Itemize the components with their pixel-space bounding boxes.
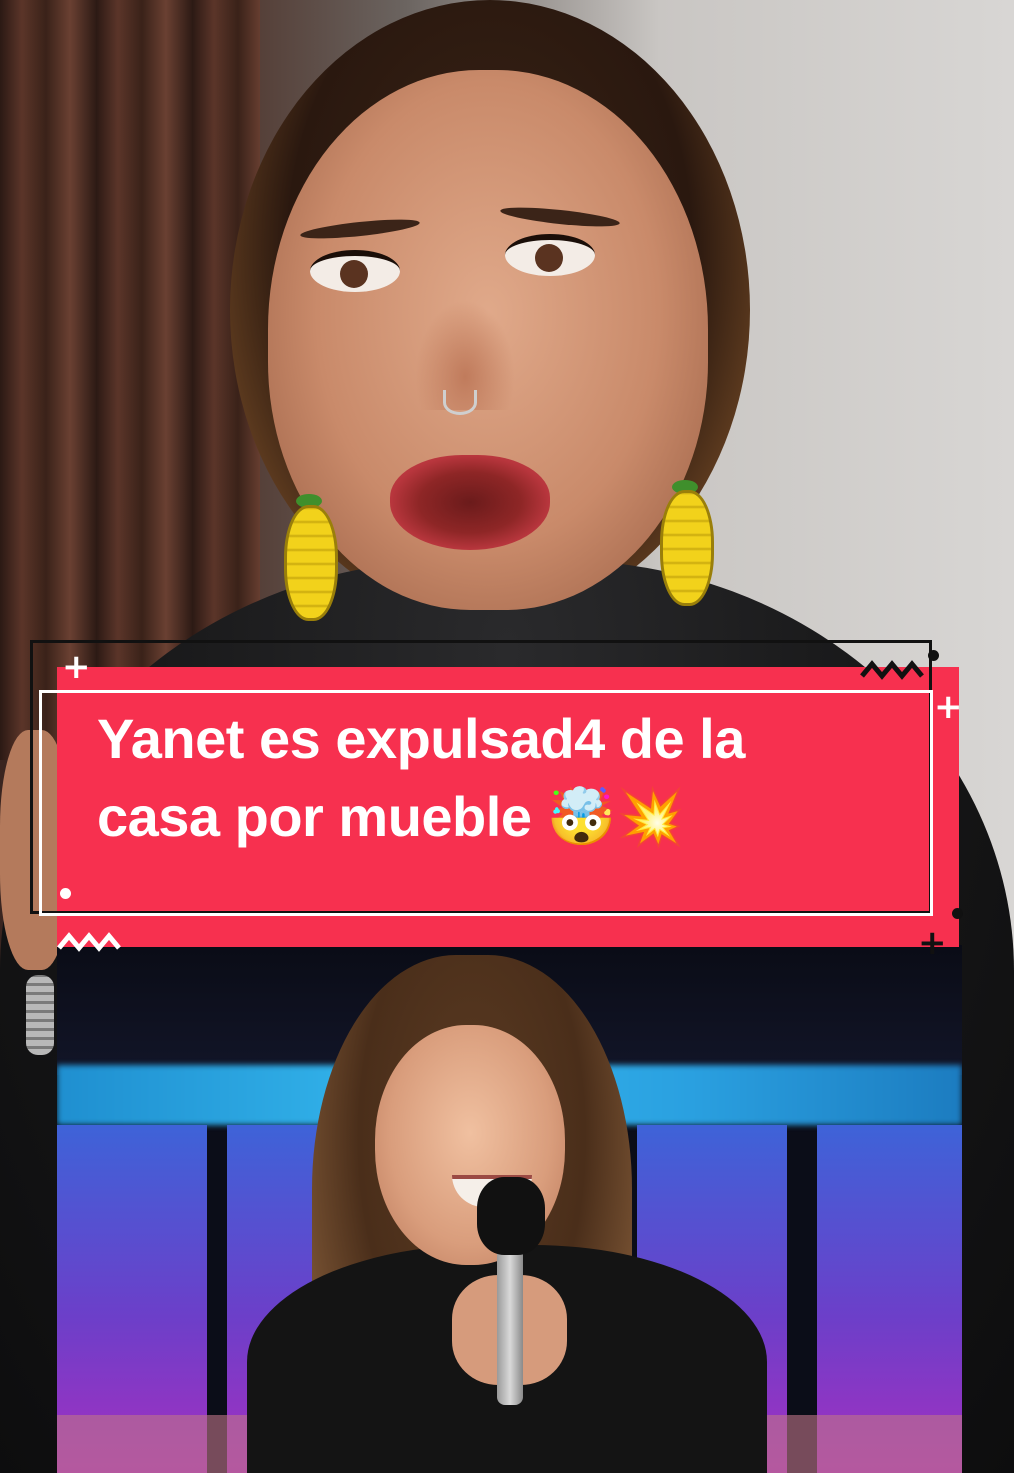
plus-icon: + <box>918 923 947 963</box>
corn-earring-left <box>284 505 338 621</box>
corn-earring-right <box>660 490 714 606</box>
plus-icon: + <box>934 687 963 727</box>
presenter-mouth <box>390 455 550 550</box>
inset-clip <box>57 945 962 1473</box>
caption-line-2: casa por mueble 🤯💥 <box>97 785 685 848</box>
dot-icon <box>952 908 963 919</box>
zigzag-icon <box>860 660 924 680</box>
presenter-left-eye <box>310 250 400 292</box>
caption-text: Yanet es expulsad4 de la casa por mueble… <box>97 700 917 856</box>
presenter-right-eye <box>505 234 595 276</box>
microphone-handle <box>497 1245 523 1405</box>
bracelet <box>26 975 54 1055</box>
dot-icon <box>60 888 71 899</box>
zigzag-icon <box>57 932 121 952</box>
nose-ring <box>443 390 477 415</box>
caption-line-1: Yanet es expulsad4 de la <box>97 707 745 770</box>
microphone-icon <box>477 1177 545 1255</box>
plus-icon: + <box>62 647 91 687</box>
